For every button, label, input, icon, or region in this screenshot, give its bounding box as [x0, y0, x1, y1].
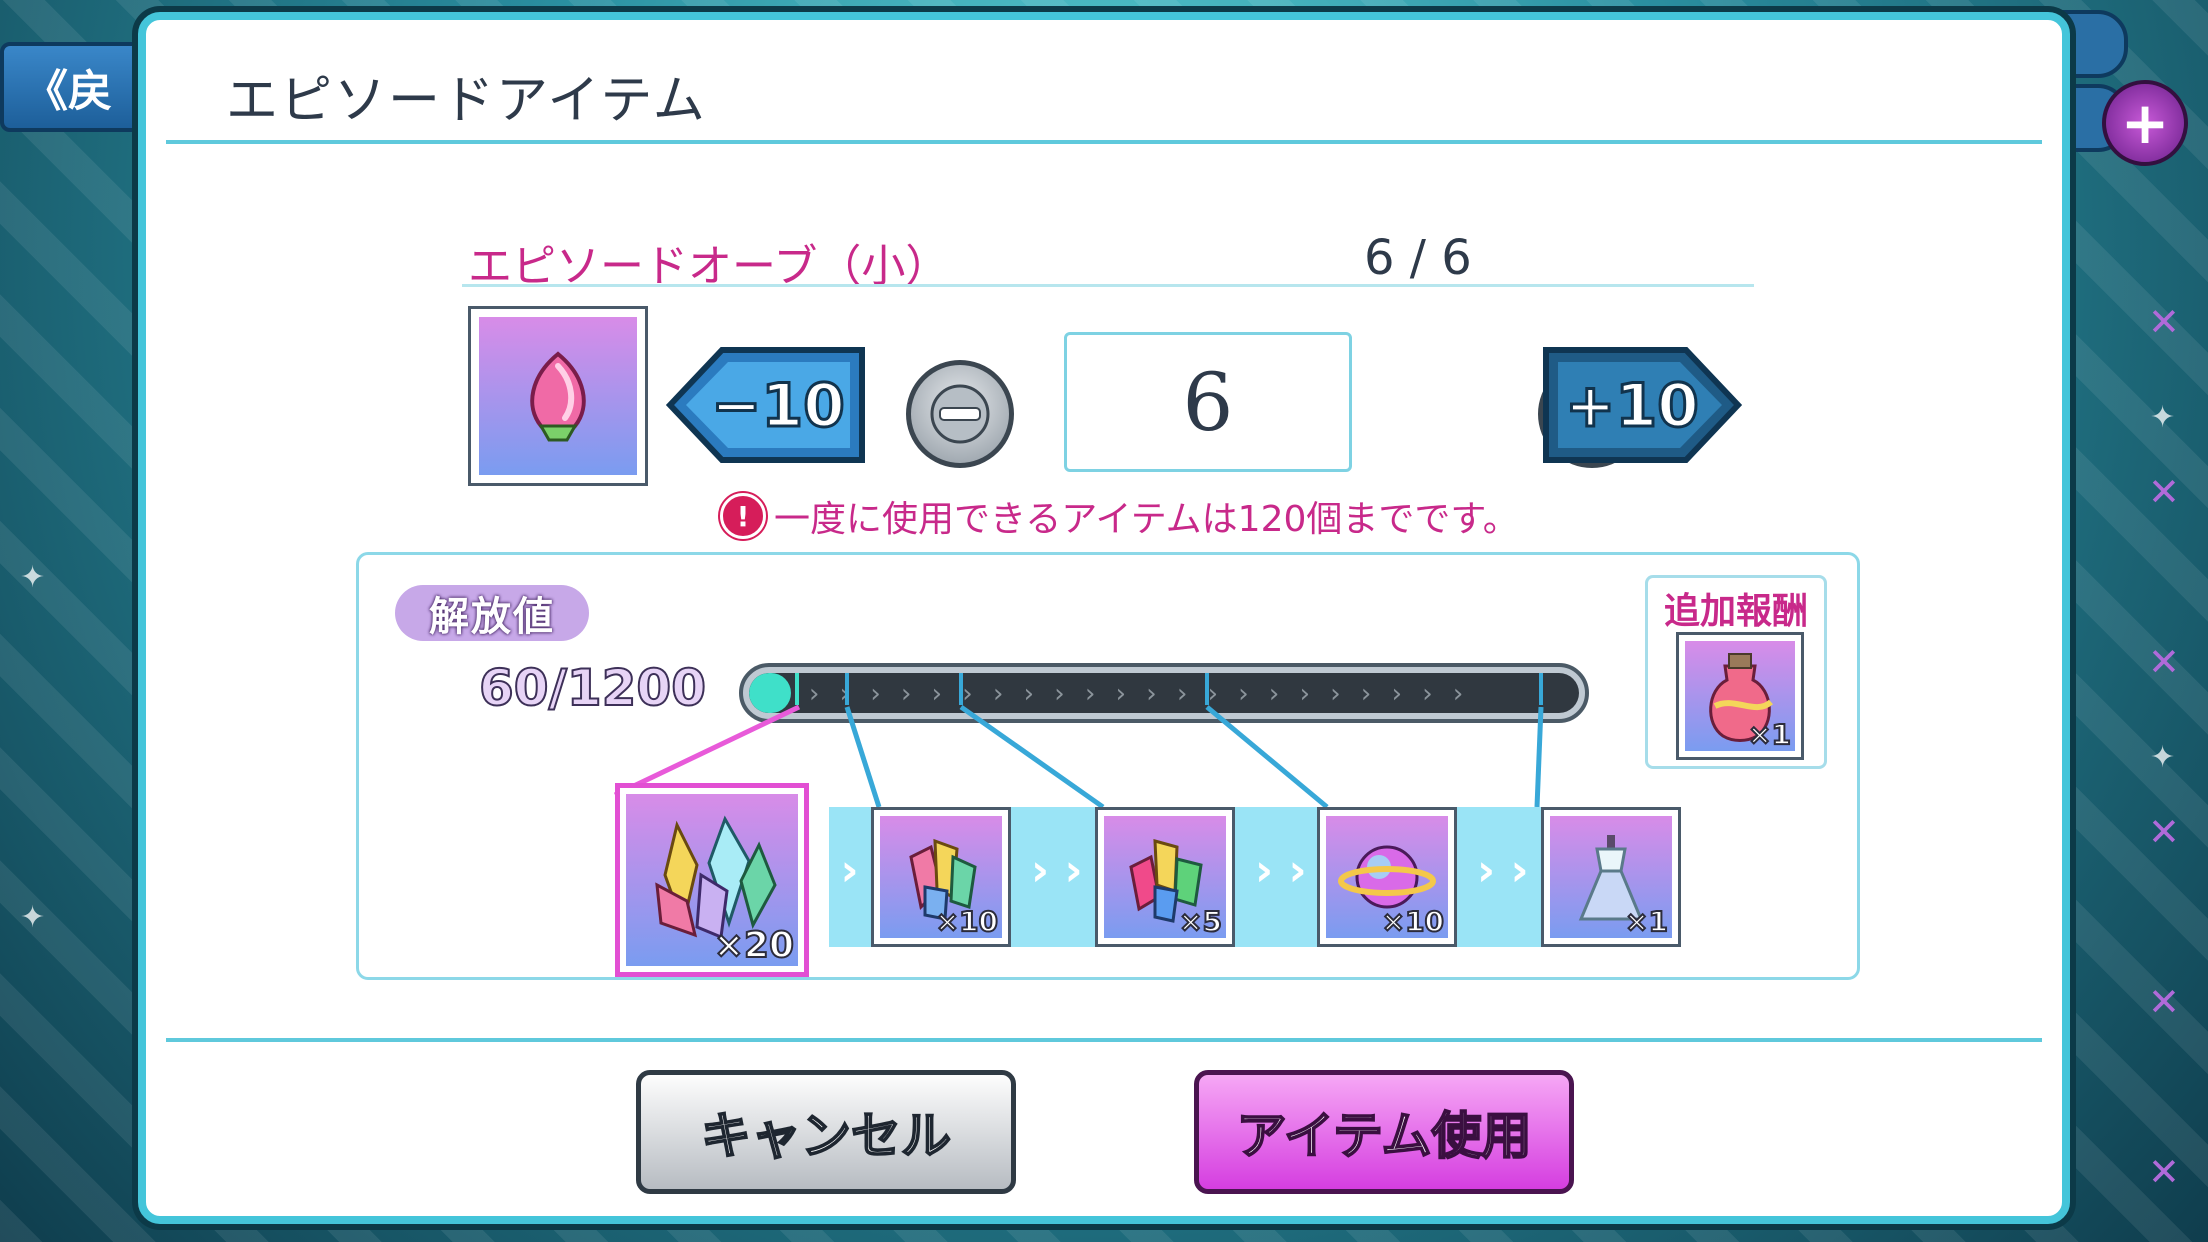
chevron-right-icon: › › — [1477, 845, 1529, 896]
progress-arrows: › › › › › › › › › › › › › › › › › › › › … — [809, 679, 1470, 709]
add-currency-label: + — [2120, 89, 2170, 157]
usage-limit-warning: ! 一度に使用できるアイテムは120個までです。 — [720, 490, 1519, 542]
reward-quantity: ×10 — [935, 904, 999, 939]
star-icon: ✦ — [2150, 400, 2176, 435]
minus-icon — [930, 384, 990, 444]
sparkle-icon: ✕ — [2148, 980, 2180, 1024]
warning-icon: ! — [720, 493, 766, 539]
add-currency-button[interactable]: + — [2102, 80, 2188, 166]
chevron-right-icon: › › — [1031, 845, 1083, 896]
sparkle-icon: ✕ — [2148, 300, 2180, 344]
reward-slot[interactable]: ×1 — [1541, 807, 1681, 947]
plus-10-button[interactable]: +10 — [1542, 346, 1742, 464]
minus-10-button[interactable]: −10 — [666, 346, 866, 464]
sparkle-icon: ✕ — [2148, 640, 2180, 684]
reward-quantity: ×5 — [1178, 904, 1223, 939]
sparkle-icon: ✕ — [2148, 470, 2180, 514]
extra-reward-label: 追加報酬 — [1663, 591, 1808, 632]
sparkle-icon: ✕ — [2148, 810, 2180, 854]
extra-reward-icon: ×1 — [1676, 632, 1804, 760]
star-icon: ✦ — [20, 900, 46, 935]
extra-reward-quantity: ×1 — [1747, 717, 1792, 752]
sparkle-icon: ✕ — [2148, 1150, 2180, 1194]
dialog-title: エピソードアイテム — [226, 71, 707, 131]
episode-item-dialog: エピソードアイテム エピソードオーブ（小） 6 / 6 −10 6 +10 ! … — [138, 12, 2070, 1224]
quantity-display: 6 — [1064, 332, 1352, 472]
reward-slot[interactable]: ×5 — [1095, 807, 1235, 947]
use-item-button[interactable]: アイテム使用 — [1194, 1070, 1574, 1194]
title-divider — [166, 140, 2042, 144]
reward-slot[interactable]: ×10 — [1317, 807, 1457, 947]
item-divider — [462, 284, 1754, 287]
cancel-button[interactable]: キャンセル — [636, 1070, 1016, 1194]
episode-orb-icon — [468, 306, 648, 486]
release-value: 60/1200 — [478, 658, 707, 718]
star-icon: ✦ — [2150, 740, 2176, 775]
plus-10-label: +10 — [1565, 371, 1699, 441]
release-panel: 解放値 60/1200 › › › › › › › › › › › › › › … — [356, 552, 1860, 980]
progress-marker — [795, 673, 799, 705]
reward-slot[interactable]: ×10 — [871, 807, 1011, 947]
footer-divider — [166, 1038, 2042, 1042]
minus-10-label: −10 — [711, 371, 845, 441]
reward-quantity: ×20 — [713, 924, 795, 967]
progress-marker — [1539, 673, 1543, 705]
chevron-right-icon: › › — [807, 845, 859, 896]
reward-quantity: ×1 — [1624, 904, 1669, 939]
star-icon: ✦ — [20, 560, 46, 595]
progress-marker — [845, 673, 849, 705]
back-button-label: 《戻 — [24, 66, 112, 117]
progress-marker — [959, 673, 963, 705]
item-owned-count: 6 / 6 — [1364, 230, 1472, 286]
warning-text: 一度に使用できるアイテムは120個までです。 — [774, 499, 1519, 540]
extra-reward-box[interactable]: 追加報酬 ×1 — [1645, 575, 1827, 769]
reward-slot[interactable]: ×20 — [615, 783, 809, 977]
reward-quantity: ×10 — [1381, 904, 1445, 939]
progress-marker — [1205, 673, 1209, 705]
release-progress-bar: › › › › › › › › › › › › › › › › › › › › … — [739, 663, 1589, 723]
minus-button[interactable] — [906, 360, 1014, 468]
chevron-right-icon: › › — [1255, 845, 1307, 896]
release-badge: 解放値 — [395, 585, 589, 641]
release-progress-fill — [749, 673, 791, 713]
